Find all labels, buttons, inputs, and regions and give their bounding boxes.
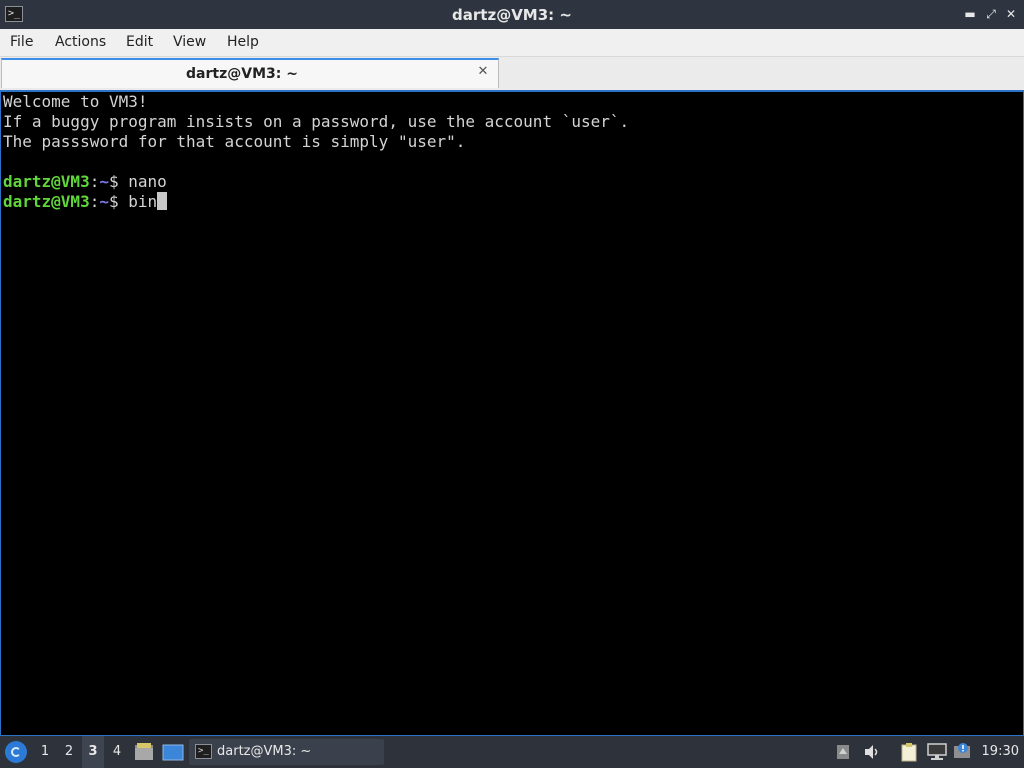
network-icon[interactable] [927,743,947,761]
prompt-path: ~ [99,172,109,191]
trash-icon[interactable] [835,744,851,760]
command-text: nano [128,172,167,191]
menu-bar: File Actions Edit View Help [0,29,1024,57]
minimize-icon[interactable]: ▬ [962,6,978,22]
update-icon[interactable] [953,742,973,760]
task-button-terminal[interactable]: >_ dartz@VM3: ~ [189,739,384,765]
prompt-symbol: $ [108,192,129,211]
prompt-user-host: dartz@VM3 [3,172,90,191]
prompt-line: dartz@VM3:~$ bin [3,192,168,212]
taskbar: 1 2 3 4 >_ dartz@VM3: ~ 19:30 [0,736,1024,768]
desktop-4[interactable]: 4 [106,736,128,768]
file-manager-icon[interactable] [134,743,154,761]
menu-view[interactable]: View [173,34,206,50]
close-icon[interactable]: ✕ [1003,6,1019,22]
desktop-2[interactable]: 2 [58,736,80,768]
clipboard-icon[interactable] [900,742,918,762]
volume-icon[interactable] [863,744,881,760]
task-label: dartz@VM3: ~ [217,744,312,759]
menu-file[interactable]: File [10,34,33,50]
clock[interactable]: 19:30 [982,744,1019,759]
terminal-area[interactable]: Welcome to VM3! If a buggy program insis… [0,90,1024,736]
prompt-path: ~ [99,192,109,211]
start-menu-icon[interactable] [5,741,27,763]
prompt-colon: : [89,172,100,191]
prompt-line: dartz@VM3:~$ nano [3,172,167,192]
menu-help[interactable]: Help [227,34,259,50]
window-title: dartz@VM3: ~ [452,6,572,24]
tab-close-icon[interactable]: ✕ [476,65,490,79]
text-cursor [157,192,168,210]
tab-bar: dartz@VM3: ~ ✕ [0,57,1024,90]
prompt-colon: : [89,192,100,211]
menu-edit[interactable]: Edit [126,34,153,50]
terminal-line: The passsword for that account is simply… [3,132,466,151]
tab-label: dartz@VM3: ~ [186,66,298,82]
terminal-line: Welcome to VM3! [3,92,148,111]
desktop-1[interactable]: 1 [34,736,56,768]
terminal-line: If a buggy program insists on a password… [3,112,630,131]
menu-actions[interactable]: Actions [55,34,106,50]
desktop-3[interactable]: 3 [82,736,104,768]
title-bar: >_ dartz@VM3: ~ ▬ ⤢ ✕ [0,0,1024,29]
prompt-symbol: $ [108,172,129,191]
maximize-icon[interactable]: ⤢ [983,6,999,22]
prompt-user-host: dartz@VM3 [3,192,90,211]
tab-terminal[interactable]: dartz@VM3: ~ ✕ [1,58,499,88]
show-desktop-icon[interactable] [162,744,184,761]
terminal-icon: >_ [195,744,212,759]
command-input[interactable]: bin [128,192,157,211]
